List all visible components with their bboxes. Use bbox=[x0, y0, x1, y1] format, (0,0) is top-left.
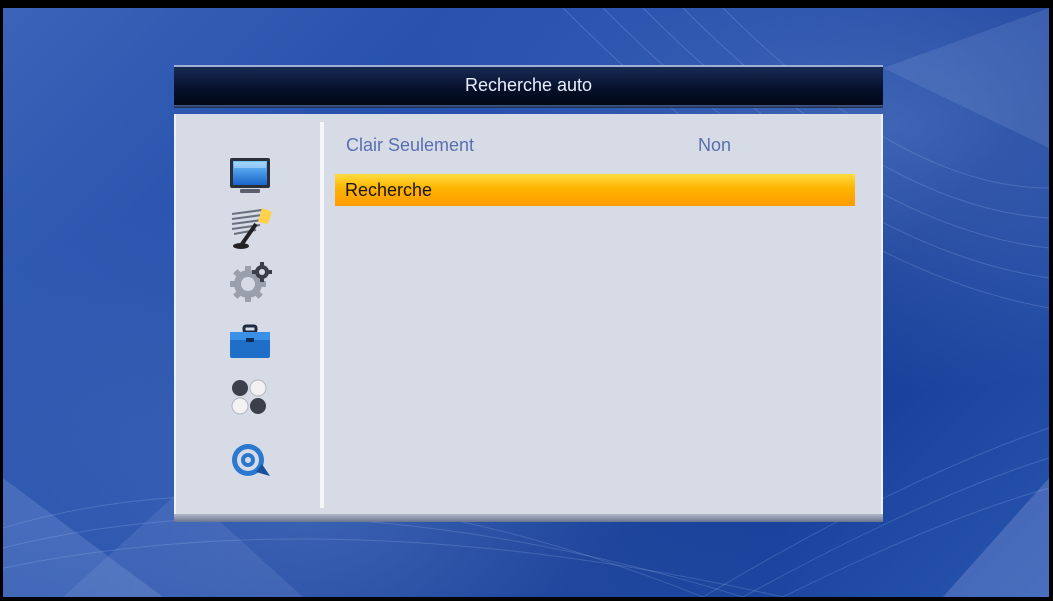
tv-screen: Recherche auto Clair Seulement Non Reche… bbox=[3, 8, 1049, 597]
option-row-clair-seulement[interactable]: Clair Seulement Non bbox=[334, 129, 854, 161]
toolbox-icon[interactable] bbox=[226, 320, 274, 364]
balls-icon[interactable] bbox=[226, 376, 274, 420]
dialog-title-bar: Recherche auto bbox=[174, 65, 883, 108]
option-label: Clair Seulement bbox=[346, 135, 475, 155]
option-row-recherche[interactable]: Recherche bbox=[335, 174, 855, 206]
option-value: Non bbox=[698, 135, 732, 155]
sidebar-divider bbox=[320, 122, 324, 508]
media-disc-icon[interactable] bbox=[226, 438, 274, 482]
dialog-title: Recherche auto bbox=[464, 75, 593, 95]
satellite-dish-icon[interactable] bbox=[226, 206, 274, 250]
settings-gear-icon[interactable] bbox=[226, 260, 274, 304]
dialog-bottom-edge bbox=[174, 514, 883, 522]
auto-search-dialog: Recherche auto Clair Seulement Non Reche… bbox=[174, 65, 883, 522]
monitor-icon[interactable] bbox=[226, 154, 274, 198]
dialog-panel: Clair Seulement Non Recherche bbox=[174, 114, 883, 514]
sidebar-icon-column bbox=[178, 114, 316, 514]
option-label: Recherche bbox=[345, 180, 433, 200]
